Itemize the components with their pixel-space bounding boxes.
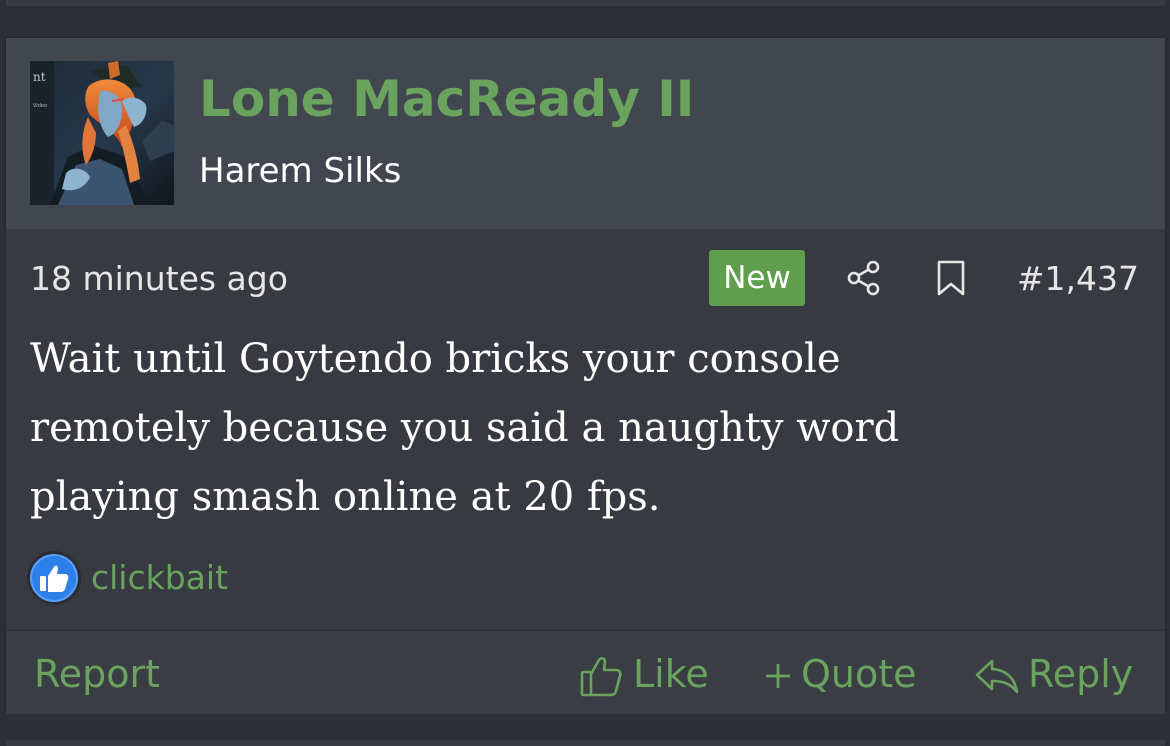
new-badge: New xyxy=(709,250,805,306)
like-icon[interactable] xyxy=(578,653,624,699)
user-title: Harem Silks xyxy=(199,151,402,191)
post-user-header: nt Video Lone MacReady II Harem Silks xyxy=(6,38,1165,229)
plus-icon[interactable] xyxy=(763,661,793,691)
previous-post-edge xyxy=(6,0,1165,6)
like-button[interactable]: Like xyxy=(633,649,709,699)
bookmark-icon[interactable] xyxy=(934,259,968,297)
report-link[interactable]: Report xyxy=(34,649,160,699)
post-number-link[interactable]: #1,437 xyxy=(1017,256,1139,302)
post-actions-bar: Report Like Quote Reply xyxy=(6,629,1165,714)
reaction-user-link[interactable]: clickbait xyxy=(91,556,228,600)
svg-text:Video: Video xyxy=(33,103,47,109)
reply-icon[interactable] xyxy=(974,655,1020,697)
post-message: Wait until Goytendo bricks your console … xyxy=(30,336,900,520)
svg-text:nt: nt xyxy=(33,70,46,84)
reply-button[interactable]: Reply xyxy=(1028,649,1133,699)
header-pointer-arrow xyxy=(87,210,125,229)
quote-button[interactable]: Quote xyxy=(801,649,917,699)
avatar[interactable]: nt Video xyxy=(30,61,174,205)
share-icon[interactable] xyxy=(845,259,883,297)
forum-post: nt Video Lone MacReady II Harem Silks 18… xyxy=(6,38,1165,714)
post-timestamp[interactable]: 18 minutes ago xyxy=(30,256,288,302)
username-link[interactable]: Lone MacReady II xyxy=(199,64,694,134)
thumbs-up-icon[interactable] xyxy=(26,550,82,606)
next-post-edge xyxy=(6,740,1165,746)
